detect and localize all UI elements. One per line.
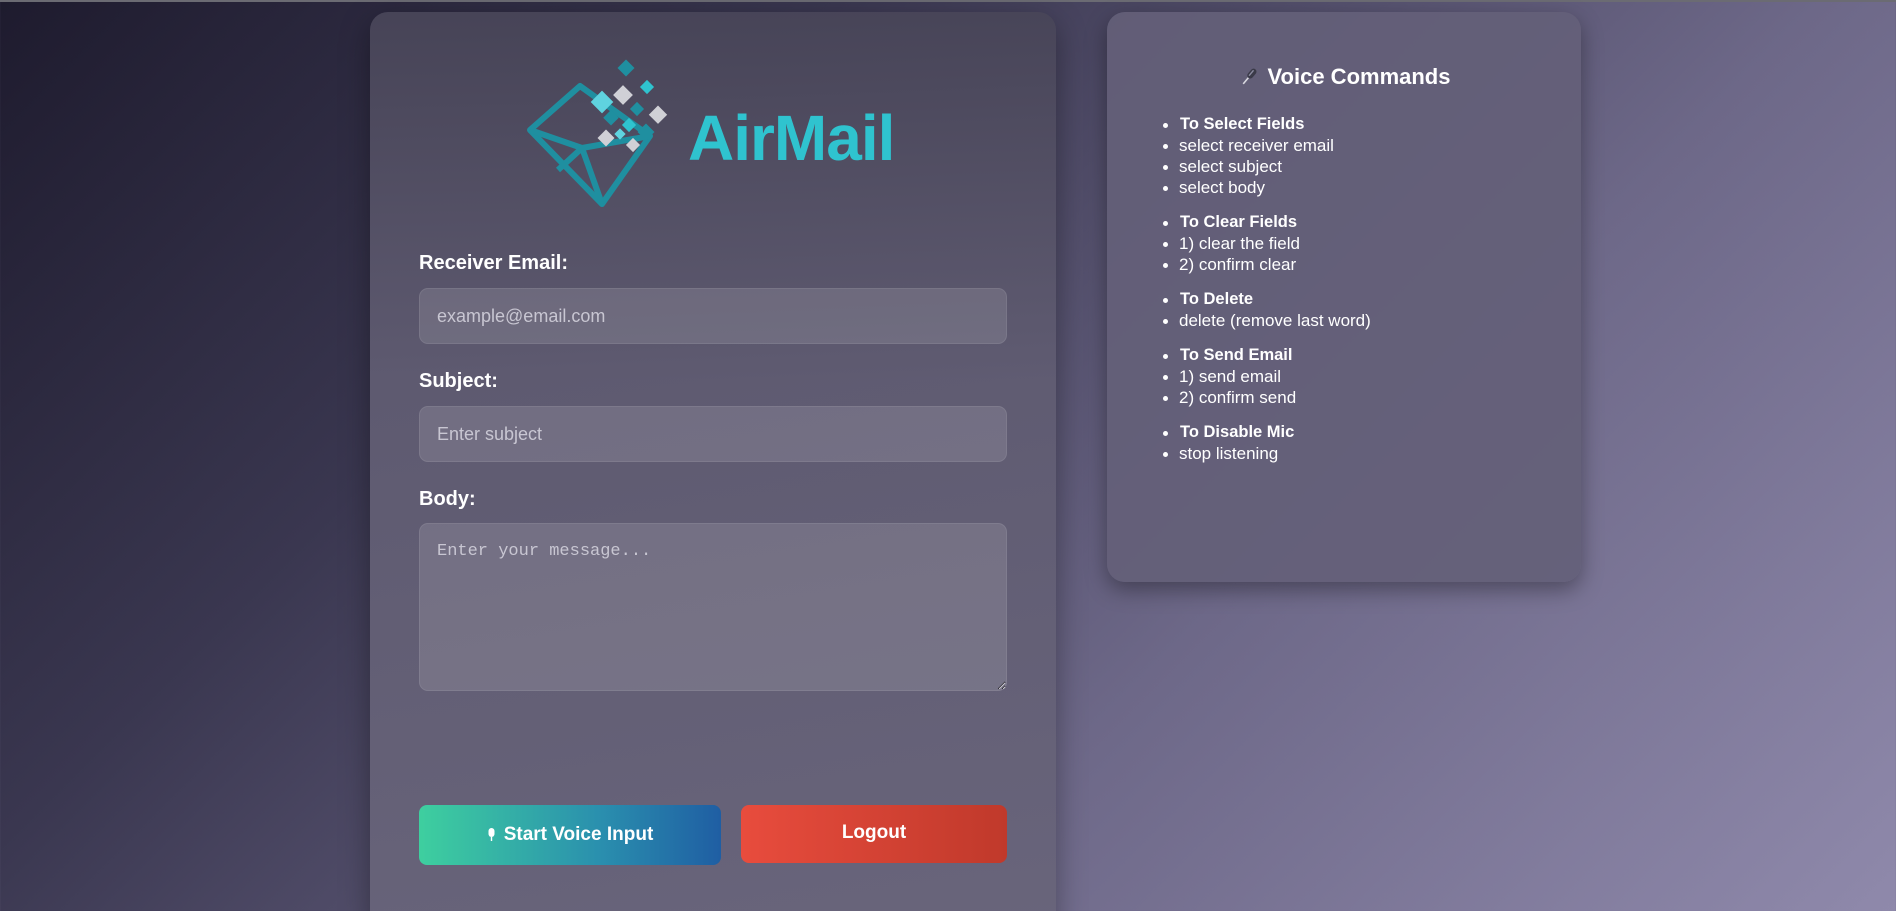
command-group-heading: To Send Email: [1163, 345, 1559, 366]
receiver-email-label: Receiver Email:: [419, 252, 568, 274]
brand-name: AirMail: [688, 102, 895, 174]
logout-button[interactable]: Logout: [741, 805, 1007, 863]
command-item: select subject: [1163, 156, 1559, 177]
command-group-disable-mic: To Disable Mic stop listening: [1163, 422, 1559, 464]
command-group-heading: To Select Fields: [1163, 114, 1559, 135]
command-item: 1) clear the field: [1163, 233, 1559, 254]
voice-commands-title: Voice Commands: [1267, 64, 1451, 89]
command-group-heading: To Delete: [1163, 289, 1559, 310]
voice-commands-panel: Voice Commands To Select Fields select r…: [1107, 12, 1581, 582]
command-item: stop listening: [1163, 443, 1559, 464]
command-item: delete (remove last word): [1163, 310, 1559, 331]
body-label: Body:: [419, 488, 476, 510]
command-item: 2) confirm send: [1163, 387, 1559, 408]
logout-label: Logout: [841, 822, 907, 843]
start-voice-input-button[interactable]: Start Voice Input: [419, 805, 721, 865]
command-group-delete: To Delete delete (remove last word): [1163, 289, 1559, 331]
body-textarea[interactable]: [419, 523, 1007, 691]
microphone-icon: [1242, 68, 1256, 85]
command-group-clear: To Clear Fields 1) clear the field 2) co…: [1163, 212, 1559, 275]
subject-input[interactable]: [419, 406, 1007, 462]
compose-card: AirMail Receiver Email: Subject: Body: S…: [370, 12, 1056, 911]
voice-commands-heading: Voice Commands: [1107, 64, 1581, 90]
command-group-heading: To Disable Mic: [1163, 422, 1559, 443]
command-group-heading: To Clear Fields: [1163, 212, 1559, 233]
start-voice-input-label: Start Voice Input: [503, 824, 654, 845]
command-item: 1) send email: [1163, 366, 1559, 387]
microphone-icon: [488, 827, 495, 841]
window-top-border: [0, 0, 1896, 2]
command-group-select: To Select Fields select receiver email s…: [1163, 114, 1559, 198]
command-item: 2) confirm clear: [1163, 254, 1559, 275]
command-group-send: To Send Email 1) send email 2) confirm s…: [1163, 345, 1559, 408]
receiver-email-input[interactable]: [419, 288, 1007, 344]
command-item: select receiver email: [1163, 135, 1559, 156]
command-item: select body: [1163, 177, 1559, 198]
voice-commands-list: To Select Fields select receiver email s…: [1163, 114, 1559, 478]
subject-label: Subject:: [419, 370, 498, 392]
